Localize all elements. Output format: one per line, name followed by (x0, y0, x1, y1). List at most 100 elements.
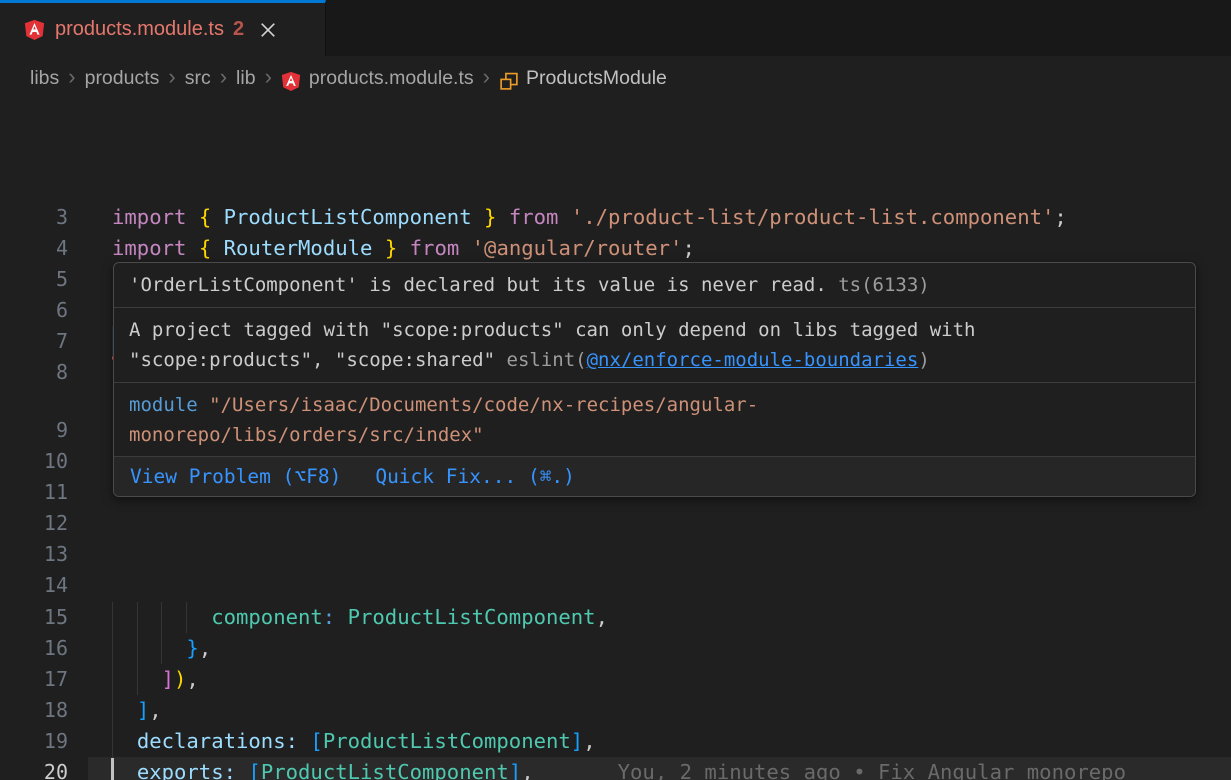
view-problem-button[interactable]: View Problem (⌥F8) (130, 465, 341, 488)
code-token: "/Users/isaac/Documents/code/nx-recipes/… (198, 394, 759, 416)
code-token: RouterModule (224, 236, 373, 260)
code-token: , (596, 605, 608, 629)
line-number: 8 (0, 357, 68, 388)
angular-icon (281, 71, 301, 91)
code-token (112, 698, 137, 722)
line-number: 15 (0, 602, 68, 633)
code-token: } (372, 236, 397, 260)
code-token: A project tagged with "scope:products" c… (129, 319, 975, 341)
code-line[interactable]: 18 ], (0, 695, 1231, 726)
code-line-text: }, (112, 633, 211, 664)
hover-status-bar: View Problem (⌥F8) Quick Fix... (⌘.) (114, 457, 1195, 496)
breadcrumb-item-products[interactable]: products (85, 67, 160, 90)
code-line-text: declarations: [ProductListComponent], (112, 726, 596, 757)
code-line[interactable]: 19 declarations: [ProductListComponent], (0, 726, 1231, 757)
code-line-text: exports: [ProductListComponent],You, 2 m… (112, 757, 1126, 780)
code-token: './product-list/product-list.component' (571, 205, 1055, 229)
code-line[interactable]: 15 component: ProductListComponent, (0, 602, 1231, 633)
eslint-error-message: A project tagged with "scope:products" c… (114, 308, 1195, 383)
breadcrumb-item-symbol[interactable]: ProductsModule (526, 67, 667, 90)
code-token: , (149, 698, 161, 722)
hover-text-line: module "/Users/isaac/Documents/code/nx-r… (129, 390, 1180, 420)
code-token (558, 205, 570, 229)
breadcrumb-item-libs[interactable]: libs (30, 67, 59, 90)
breadcrumb-item-lib[interactable]: lib (236, 67, 256, 90)
code-token (112, 729, 137, 753)
line-number: 12 (0, 508, 68, 539)
code-line-text: ]), (112, 664, 199, 695)
code-token (186, 236, 198, 260)
code-token: : (323, 605, 335, 629)
line-number: 6 (0, 295, 68, 326)
code-line[interactable]: 16 }, (0, 633, 1231, 664)
line-number: 20 (0, 757, 68, 780)
code-token: ) (174, 667, 186, 691)
line-number: 4 (0, 233, 68, 264)
breadcrumb-item-src[interactable]: src (185, 67, 211, 90)
code-token: ProductListComponent (323, 729, 571, 753)
error-hover-popup: 'OrderListComponent' is declared but its… (113, 262, 1196, 497)
tab-products-module[interactable]: products.module.ts 2 (0, 0, 326, 56)
tab-bar: products.module.ts 2 (0, 0, 1231, 56)
text-cursor (111, 758, 114, 780)
code-token: ; (682, 236, 694, 260)
line-number: 17 (0, 664, 68, 695)
hover-rows: 'OrderListComponent' is declared but its… (114, 263, 1195, 457)
tab-title: products.module.ts (55, 18, 224, 41)
code-line: 13 (0, 539, 1231, 570)
eslint-rule-link[interactable]: @nx/enforce-module-boundaries (587, 349, 919, 371)
breadcrumb-item-file[interactable]: products.module.ts (309, 67, 474, 90)
git-blame-annotation: You, 2 minutes ago • Fix Angular monorep… (618, 760, 1126, 780)
code-token (112, 760, 137, 780)
line-number: 10 (0, 446, 68, 477)
tab-problem-count-badge: 2 (233, 18, 244, 41)
line-number: 16 (0, 633, 68, 664)
code-token: import (112, 205, 186, 229)
code-token: from (410, 236, 460, 260)
hover-text-line: monorepo/libs/orders/src/index" (129, 420, 1180, 450)
class-symbol-icon (499, 71, 519, 91)
code-line[interactable]: 3 import { ProductListComponent } from '.… (0, 202, 1231, 233)
code-token: , (583, 729, 595, 753)
line-number: 3 (0, 202, 68, 233)
code-token: '@angular/router' (472, 236, 683, 260)
ts-error-message: 'OrderListComponent' is declared but its… (114, 263, 1195, 308)
code-line-text: import { ProductListComponent } from './… (112, 202, 1067, 233)
hover-text-line: "scope:products", "scope:shared" eslint(… (129, 345, 1180, 375)
chevron-right-icon: › (265, 64, 272, 90)
hover-text-line: A project tagged with "scope:products" c… (129, 315, 1180, 345)
line-number: 13 (0, 539, 68, 570)
code-token (186, 205, 198, 229)
code-token: ProductListComponent (348, 605, 596, 629)
code-token (112, 605, 211, 629)
chevron-right-icon: › (168, 64, 175, 90)
quick-fix-button[interactable]: Quick Fix... (⌘.) (375, 465, 575, 488)
code-token: { (199, 205, 224, 229)
hover-text-line: 'OrderListComponent' is declared but its… (129, 270, 1180, 300)
code-token: monorepo/libs/orders/src/index" (129, 424, 484, 446)
code-token: , (199, 636, 211, 660)
line-number: 14 (0, 570, 68, 601)
code-line[interactable]: 17 ]), (0, 664, 1231, 695)
code-token: { (199, 236, 224, 260)
line-number: 11 (0, 477, 68, 508)
code-line-text: import { RouterModule } from '@angular/r… (112, 233, 695, 264)
code-token (112, 636, 186, 660)
code-token: "scope:products", "scope:shared" (129, 349, 507, 371)
code-token: 'OrderListComponent' is declared but its… (129, 274, 827, 296)
code-line[interactable]: 20 exports: [ProductListComponent],You, … (0, 757, 1231, 780)
code-line[interactable]: 4 import { RouterModule } from '@angular/… (0, 233, 1231, 264)
code-token: } (186, 636, 198, 660)
line-number: 18 (0, 695, 68, 726)
close-icon[interactable] (260, 22, 276, 38)
code-token (112, 667, 162, 691)
code-token: import (112, 236, 186, 260)
line-number: 5 (0, 264, 68, 295)
code-token: [ (248, 760, 260, 780)
code-token: component (211, 605, 323, 629)
chevron-right-icon: › (220, 64, 227, 90)
angular-icon (24, 19, 45, 40)
code-token (298, 729, 310, 753)
line-number: 7 (0, 326, 68, 357)
code-token (335, 605, 347, 629)
